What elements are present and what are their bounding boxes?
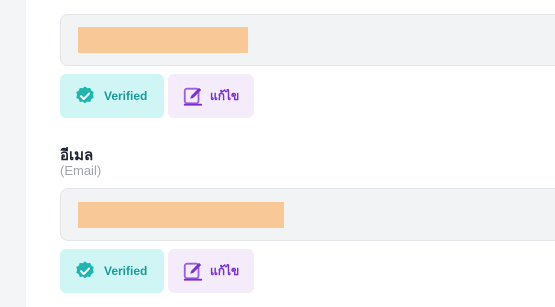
field-1-input[interactable] — [60, 14, 555, 66]
field-1-verified-badge: Verified — [60, 74, 164, 118]
verified-badge-icon — [76, 261, 94, 279]
verified-label: Verified — [104, 264, 148, 278]
verified-label: Verified — [104, 89, 148, 103]
verified-badge-icon — [76, 86, 94, 104]
email-field[interactable] — [60, 188, 555, 241]
email-sublabel: (Email) — [60, 163, 102, 178]
edit-label: แก้ไข — [210, 88, 240, 103]
redacted-value — [78, 201, 284, 228]
email-actions: Verified แก้ไข — [60, 249, 254, 293]
email-verified-badge: Verified — [60, 249, 164, 293]
edit-pencil-icon — [183, 262, 203, 281]
field-1-edit-button[interactable]: แก้ไข — [168, 74, 254, 118]
email-edit-button[interactable]: แก้ไข — [168, 249, 254, 293]
edit-pencil-icon — [183, 87, 203, 106]
edit-label: แก้ไข — [210, 263, 240, 278]
left-rail — [0, 0, 26, 307]
redacted-value — [78, 27, 248, 53]
field-1-actions: Verified แก้ไข — [60, 74, 254, 118]
